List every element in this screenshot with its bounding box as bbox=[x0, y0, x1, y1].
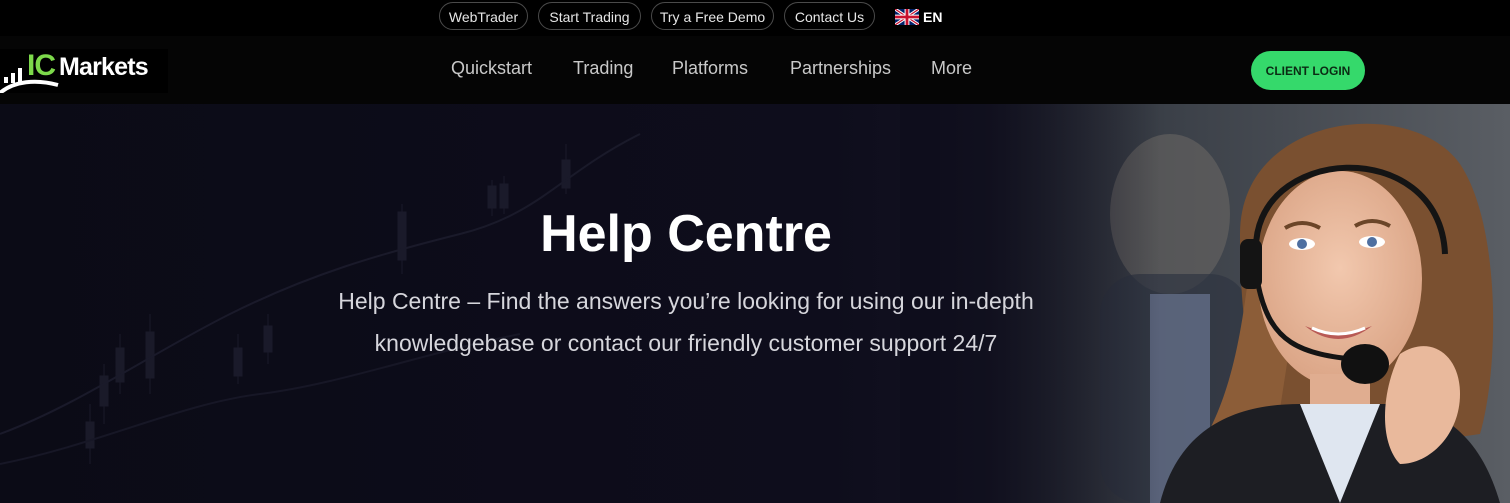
nav-trading[interactable]: Trading bbox=[573, 58, 633, 79]
language-code: EN bbox=[923, 9, 943, 25]
logo-prefix: IC bbox=[27, 49, 56, 82]
nav-partnerships[interactable]: Partnerships bbox=[790, 58, 891, 79]
ic-markets-logo[interactable]: IC Markets bbox=[0, 49, 168, 93]
nav-more[interactable]: More bbox=[931, 58, 972, 79]
subtitle-line-1: Help Centre – Find the answers you’re lo… bbox=[338, 288, 1034, 314]
main-navbar: IC Markets Quickstart Trading Platforms … bbox=[0, 36, 1510, 104]
nav-quickstart[interactable]: Quickstart bbox=[451, 58, 532, 79]
hero-banner: Help Centre Help Centre – Find the answe… bbox=[0, 104, 1510, 503]
free-demo-link[interactable]: Try a Free Demo bbox=[651, 2, 774, 30]
subtitle-line-2: knowledgebase or contact our friendly cu… bbox=[374, 330, 998, 356]
logo-suffix: Markets bbox=[59, 53, 149, 81]
webtrader-link[interactable]: WebTrader bbox=[439, 2, 528, 30]
contact-us-link[interactable]: Contact Us bbox=[784, 2, 875, 30]
page-subtitle: Help Centre – Find the answers you’re lo… bbox=[300, 280, 1072, 364]
client-login-button[interactable]: CLIENT LOGIN bbox=[1251, 51, 1365, 90]
page-title: Help Centre bbox=[540, 205, 832, 263]
top-utility-bar: WebTrader Start Trading Try a Free Demo … bbox=[0, 0, 1510, 36]
nav-platforms[interactable]: Platforms bbox=[672, 58, 748, 79]
start-trading-link[interactable]: Start Trading bbox=[538, 2, 641, 30]
language-selector[interactable]: EN bbox=[895, 8, 942, 26]
uk-flag-icon bbox=[895, 9, 919, 25]
